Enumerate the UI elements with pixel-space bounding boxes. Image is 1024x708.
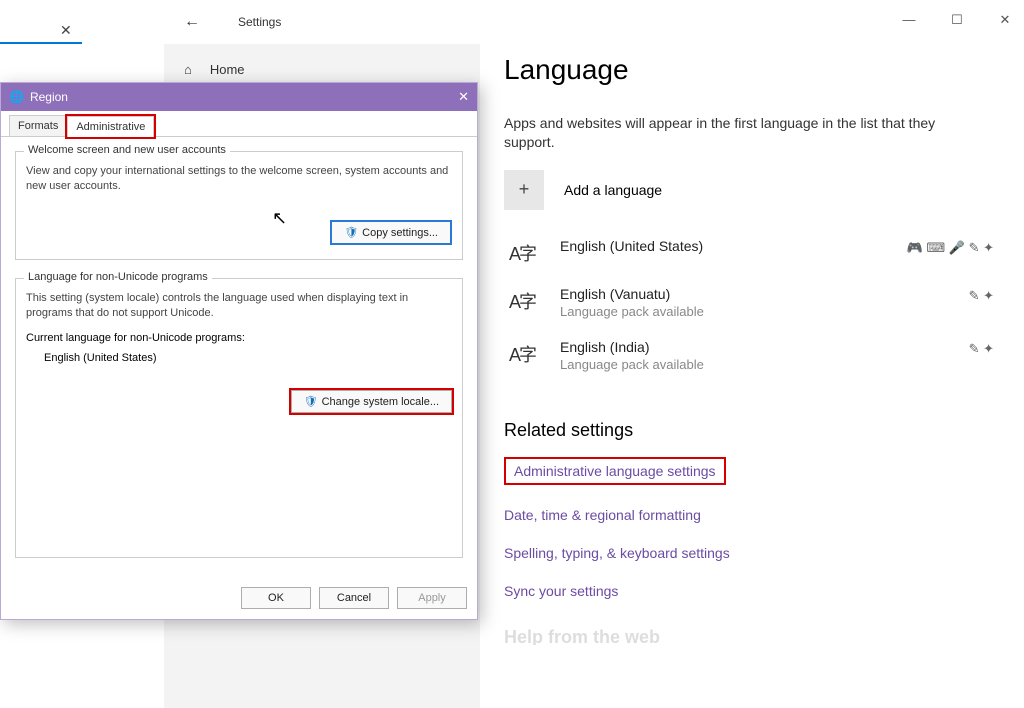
non-unicode-group: Language for non-Unicode programs This s…	[15, 278, 463, 558]
link-date-time-regional[interactable]: Date, time & regional formatting	[504, 507, 1004, 523]
dialog-buttons: OK Cancel Apply	[241, 587, 467, 609]
main-content: Language Apps and websites will appear i…	[504, 44, 1004, 708]
language-name: English (Vanuatu)	[560, 286, 1004, 302]
group-legend: Welcome screen and new user accounts	[24, 144, 230, 156]
copy-settings-button[interactable]: 🛡Copy settings...	[330, 220, 452, 245]
globe-icon: 🌐	[9, 90, 24, 104]
close-button[interactable]: ✕	[996, 12, 1014, 28]
language-item[interactable]: A字 English (United States) 🎮 ⌨ 🎤 ✎ ✦	[504, 238, 1004, 266]
sidebar-item-label: Home	[210, 62, 245, 77]
link-admin-language-settings[interactable]: Administrative language settings	[504, 457, 726, 485]
language-description: Apps and websites will appear in the fir…	[504, 114, 964, 152]
current-language-value: English (United States)	[44, 352, 452, 364]
back-arrow-icon[interactable]: ←	[184, 13, 200, 31]
tab-close-icon[interactable]: ✕	[60, 22, 72, 39]
dialog-body: Welcome screen and new user accounts Vie…	[1, 137, 477, 590]
region-dialog: 🌐 Region ✕ Formats Administrative Welcom…	[0, 82, 478, 620]
dialog-title: Region	[30, 90, 458, 104]
language-icon: A字	[504, 238, 540, 266]
language-item[interactable]: A字 English (Vanuatu) Language pack avail…	[504, 286, 1004, 319]
add-language-row[interactable]: + Add a language	[504, 170, 1004, 210]
language-icon: A字	[504, 339, 540, 367]
related-heading: Related settings	[504, 420, 1004, 441]
language-icon: A字	[504, 286, 540, 314]
language-feature-icons: ✎ ✦	[969, 341, 994, 357]
dialog-close-icon[interactable]: ✕	[458, 89, 469, 105]
plus-icon[interactable]: +	[504, 170, 544, 210]
group-text: View and copy your international setting…	[26, 164, 452, 194]
help-heading: Help from the web	[504, 627, 1004, 645]
link-sync-settings[interactable]: Sync your settings	[504, 583, 1004, 599]
minimize-button[interactable]: —	[900, 12, 918, 28]
dialog-titlebar[interactable]: 🌐 Region ✕	[1, 83, 477, 111]
related-settings: Related settings Administrative language…	[504, 420, 1004, 599]
shield-icon: 🛡	[344, 227, 358, 239]
page-title: Language	[504, 54, 1004, 86]
welcome-screen-group: Welcome screen and new user accounts Vie…	[15, 151, 463, 260]
home-icon: ⌂	[184, 62, 192, 77]
language-subtext: Language pack available	[560, 304, 1004, 319]
language-name: English (India)	[560, 339, 1004, 355]
tab-formats[interactable]: Formats	[9, 115, 67, 136]
add-language-label: Add a language	[564, 182, 662, 198]
tab-administrative[interactable]: Administrative	[67, 116, 154, 137]
current-language-label: Current language for non-Unicode program…	[26, 332, 452, 344]
language-item[interactable]: A字 English (India) Language pack availab…	[504, 339, 1004, 372]
change-system-locale-button[interactable]: 🛡Change system locale...	[291, 390, 452, 413]
cancel-button[interactable]: Cancel	[319, 587, 389, 609]
language-subtext: Language pack available	[560, 357, 1004, 372]
dialog-tabs: Formats Administrative	[1, 111, 477, 137]
shield-icon: 🛡	[304, 396, 318, 408]
settings-title: Settings	[238, 15, 281, 29]
ok-button[interactable]: OK	[241, 587, 311, 609]
window-controls: — ☐ ✕	[900, 12, 1014, 28]
language-feature-icons: 🎮 ⌨ 🎤 ✎ ✦	[907, 240, 994, 256]
link-spelling-typing-keyboard[interactable]: Spelling, typing, & keyboard settings	[504, 545, 1004, 561]
apply-button[interactable]: Apply	[397, 587, 467, 609]
maximize-button[interactable]: ☐	[948, 12, 966, 28]
language-feature-icons: ✎ ✦	[969, 288, 994, 304]
group-legend: Language for non-Unicode programs	[24, 271, 212, 283]
settings-header: ← Settings	[164, 0, 1024, 44]
group-text: This setting (system locale) controls th…	[26, 291, 452, 321]
